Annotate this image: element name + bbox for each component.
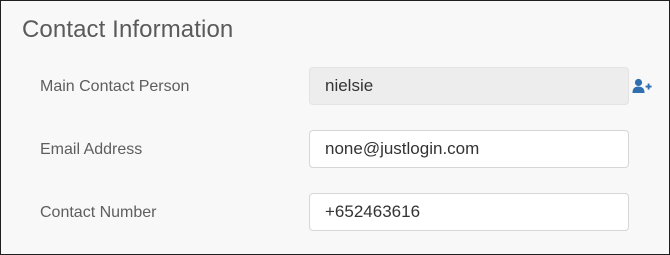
contact-number-field[interactable] (309, 193, 629, 231)
main-contact-label: Main Contact Person (40, 78, 190, 95)
main-contact-field[interactable] (309, 67, 629, 105)
add-user-icon[interactable] (632, 78, 652, 94)
main-contact-row: Main Contact Person (1, 67, 669, 107)
contact-number-row: Contact Number (1, 193, 669, 233)
contact-number-label: Contact Number (40, 204, 157, 221)
contact-information-panel: Contact Information Main Contact Person … (0, 0, 670, 255)
email-label: Email Address (40, 141, 143, 158)
email-field[interactable] (309, 130, 629, 168)
email-row: Email Address (1, 130, 669, 170)
section-title: Contact Information (22, 16, 234, 43)
